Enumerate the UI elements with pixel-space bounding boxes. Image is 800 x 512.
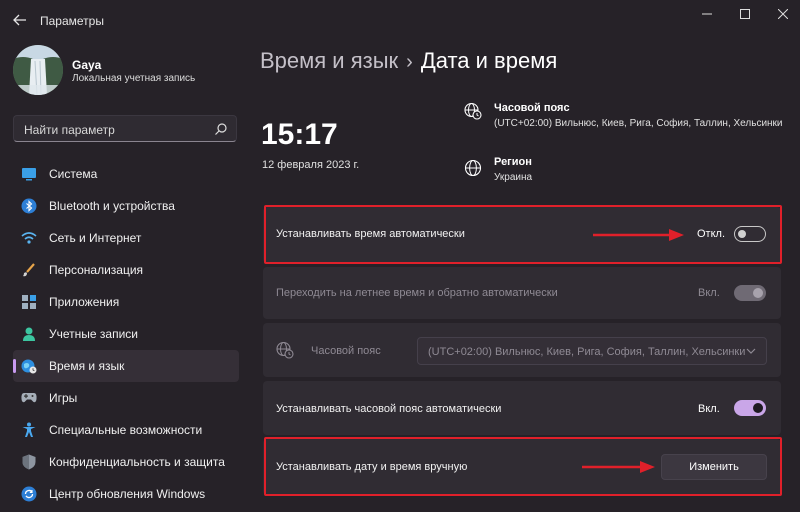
sidebar-item-windows-update[interactable]: Центр обновления Windows xyxy=(13,478,239,510)
title-bar: Параметры xyxy=(0,0,800,40)
auto-time-label: Устанавливать время автоматически xyxy=(276,228,465,240)
sidebar-item-label: Система xyxy=(49,167,98,181)
globe-clock-icon xyxy=(21,358,37,374)
shield-icon xyxy=(21,454,37,470)
timezone-info-title: Часовой пояс xyxy=(494,102,570,114)
sidebar-item-apps[interactable]: Приложения xyxy=(13,286,239,318)
brush-icon xyxy=(21,262,37,278)
update-icon xyxy=(21,486,37,502)
maximize-button[interactable] xyxy=(726,0,764,28)
current-time: 15:17 xyxy=(261,118,338,151)
breadcrumb-parent[interactable]: Время и язык xyxy=(260,48,398,73)
close-button[interactable] xyxy=(764,0,800,28)
dst-state: Вкл. xyxy=(698,287,720,299)
wifi-icon xyxy=(21,230,37,246)
minimize-button[interactable] xyxy=(688,0,726,28)
region-info-value: Украина xyxy=(494,172,533,183)
waterfall-avatar-image xyxy=(13,45,63,95)
auto-timezone-label: Устанавливать часовой пояс автоматически xyxy=(276,403,502,415)
auto-timezone-state: Вкл. xyxy=(698,403,720,415)
toggle-knob xyxy=(753,403,763,413)
sidebar-item-label: Bluetooth и устройства xyxy=(49,199,175,213)
sidebar-item-label: Центр обновления Windows xyxy=(49,487,206,501)
breadcrumb: Время и язык › Дата и время xyxy=(260,48,557,74)
sidebar-item-privacy[interactable]: Конфиденциальность и защита xyxy=(13,446,239,478)
chevron-down-icon xyxy=(746,348,756,354)
auto-time-state: Откл. xyxy=(697,228,726,240)
sidebar-item-label: Учетные записи xyxy=(49,327,138,341)
search-placeholder: Найти параметр xyxy=(24,123,115,137)
sidebar-nav: Система Bluetooth и устройства Сеть и Ин… xyxy=(13,158,239,510)
sidebar-item-gaming[interactable]: Игры xyxy=(13,382,239,414)
arrow-left-icon xyxy=(13,14,26,26)
sidebar-item-label: Приложения xyxy=(49,295,120,309)
monitor-icon xyxy=(21,166,37,182)
apps-icon xyxy=(21,294,37,310)
avatar[interactable] xyxy=(13,45,63,95)
breadcrumb-separator: › xyxy=(406,51,413,73)
active-indicator xyxy=(13,359,16,373)
back-button[interactable] xyxy=(8,8,32,32)
globe-clock-icon xyxy=(276,341,294,359)
sidebar-item-label: Время и язык xyxy=(49,359,125,373)
app-title: Параметры xyxy=(40,14,104,28)
sidebar-item-network[interactable]: Сеть и Интернет xyxy=(13,222,239,254)
sidebar-item-system[interactable]: Система xyxy=(13,158,239,190)
timezone-dropdown[interactable]: (UTC+02:00) Вильнюс, Киев, Рига, София, … xyxy=(417,337,767,365)
auto-time-toggle[interactable] xyxy=(734,226,766,242)
toggle-knob xyxy=(753,288,763,298)
sidebar-item-bluetooth[interactable]: Bluetooth и устройства xyxy=(13,190,239,222)
manual-datetime-label: Устанавливать дату и время вручную xyxy=(276,461,468,473)
change-button[interactable]: Изменить xyxy=(661,454,767,480)
sidebar-item-personalization[interactable]: Персонализация xyxy=(13,254,239,286)
sidebar-item-time-language[interactable]: Время и язык xyxy=(13,350,239,382)
minimize-icon xyxy=(702,13,712,15)
sidebar-item-label: Конфиденциальность и защита xyxy=(49,455,225,469)
search-input[interactable]: Найти параметр xyxy=(13,115,237,142)
person-icon xyxy=(21,326,37,342)
sidebar-item-accessibility[interactable]: Специальные возможности xyxy=(13,414,239,446)
toggle-knob xyxy=(738,230,746,238)
gamepad-icon xyxy=(21,390,37,406)
close-icon xyxy=(778,9,788,19)
timezone-info-value: (UTC+02:00) Вильнюс, Киев, Рига, София, … xyxy=(494,118,783,129)
red-arrow-icon xyxy=(582,461,655,473)
current-date: 12 февраля 2023 г. xyxy=(262,159,360,171)
bluetooth-icon xyxy=(21,198,37,214)
globe-clock-icon xyxy=(464,102,482,120)
sidebar-item-label: Сеть и Интернет xyxy=(49,231,142,245)
search-icon[interactable] xyxy=(214,122,228,136)
sidebar-item-label: Специальные возможности xyxy=(49,423,203,437)
globe-icon xyxy=(464,159,482,177)
page-title: Дата и время xyxy=(420,48,558,73)
timezone-selected: (UTC+02:00) Вильнюс, Киев, Рига, София, … xyxy=(428,346,746,358)
dst-label: Переходить на летнее время и обратно авт… xyxy=(276,287,558,299)
sidebar-item-label: Персонализация xyxy=(49,263,144,277)
dst-toggle[interactable] xyxy=(734,285,766,301)
account-type: Локальная учетная запись xyxy=(72,73,196,84)
sidebar-item-accounts[interactable]: Учетные записи xyxy=(13,318,239,350)
user-name: Gaya xyxy=(72,58,102,72)
maximize-icon xyxy=(740,9,750,19)
red-arrow-icon xyxy=(593,229,684,241)
accessibility-icon xyxy=(21,422,37,438)
timezone-label: Часовой пояс xyxy=(311,345,381,357)
region-info-title: Регион xyxy=(494,156,532,168)
auto-timezone-toggle[interactable] xyxy=(734,400,766,416)
sidebar-item-label: Игры xyxy=(49,391,78,405)
